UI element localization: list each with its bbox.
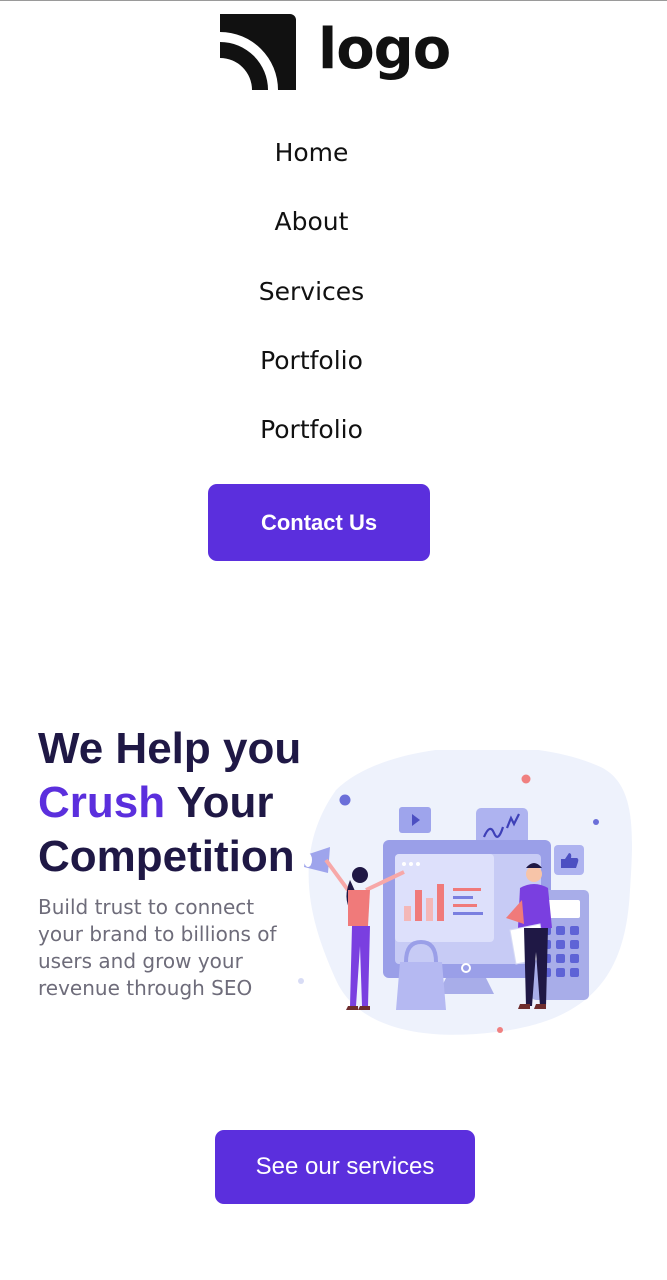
nav-link-portfolio-2[interactable]: Portfolio <box>260 407 363 453</box>
nav-item-home: Home <box>0 130 623 199</box>
main-nav: Home About Services Portfolio Portfolio <box>0 130 623 476</box>
nav-link-services[interactable]: Services <box>259 269 364 315</box>
logo[interactable]: logo <box>220 14 451 90</box>
nav-link-home[interactable]: Home <box>275 130 349 176</box>
nav-link-portfolio[interactable]: Portfolio <box>260 338 363 384</box>
logo-text: logo <box>318 17 451 82</box>
nav-link-about[interactable]: About <box>275 199 349 245</box>
hero-description: Build trust to connect your brand to bil… <box>38 895 277 1000</box>
contact-us-button[interactable]: Contact Us <box>208 484 430 561</box>
nav-item-portfolio: Portfolio <box>0 338 623 407</box>
nav-item-services: Services <box>0 269 623 338</box>
nav-item-about: About <box>0 199 623 268</box>
top-border <box>0 0 667 1</box>
see-our-services-button[interactable]: See our services <box>215 1130 475 1204</box>
hero-title: We Help you Crush Your Competition <box>38 722 328 884</box>
hero-title-accent: Crush <box>38 778 166 827</box>
hero-title-line1: We Help you <box>38 724 302 773</box>
nav-item-portfolio-2: Portfolio <box>0 407 623 476</box>
hero-title-line3: Competition <box>38 832 295 881</box>
marketing-illustration <box>298 750 632 1035</box>
logo-mark-icon <box>220 14 296 90</box>
hero-title-rest: Your <box>176 778 274 827</box>
